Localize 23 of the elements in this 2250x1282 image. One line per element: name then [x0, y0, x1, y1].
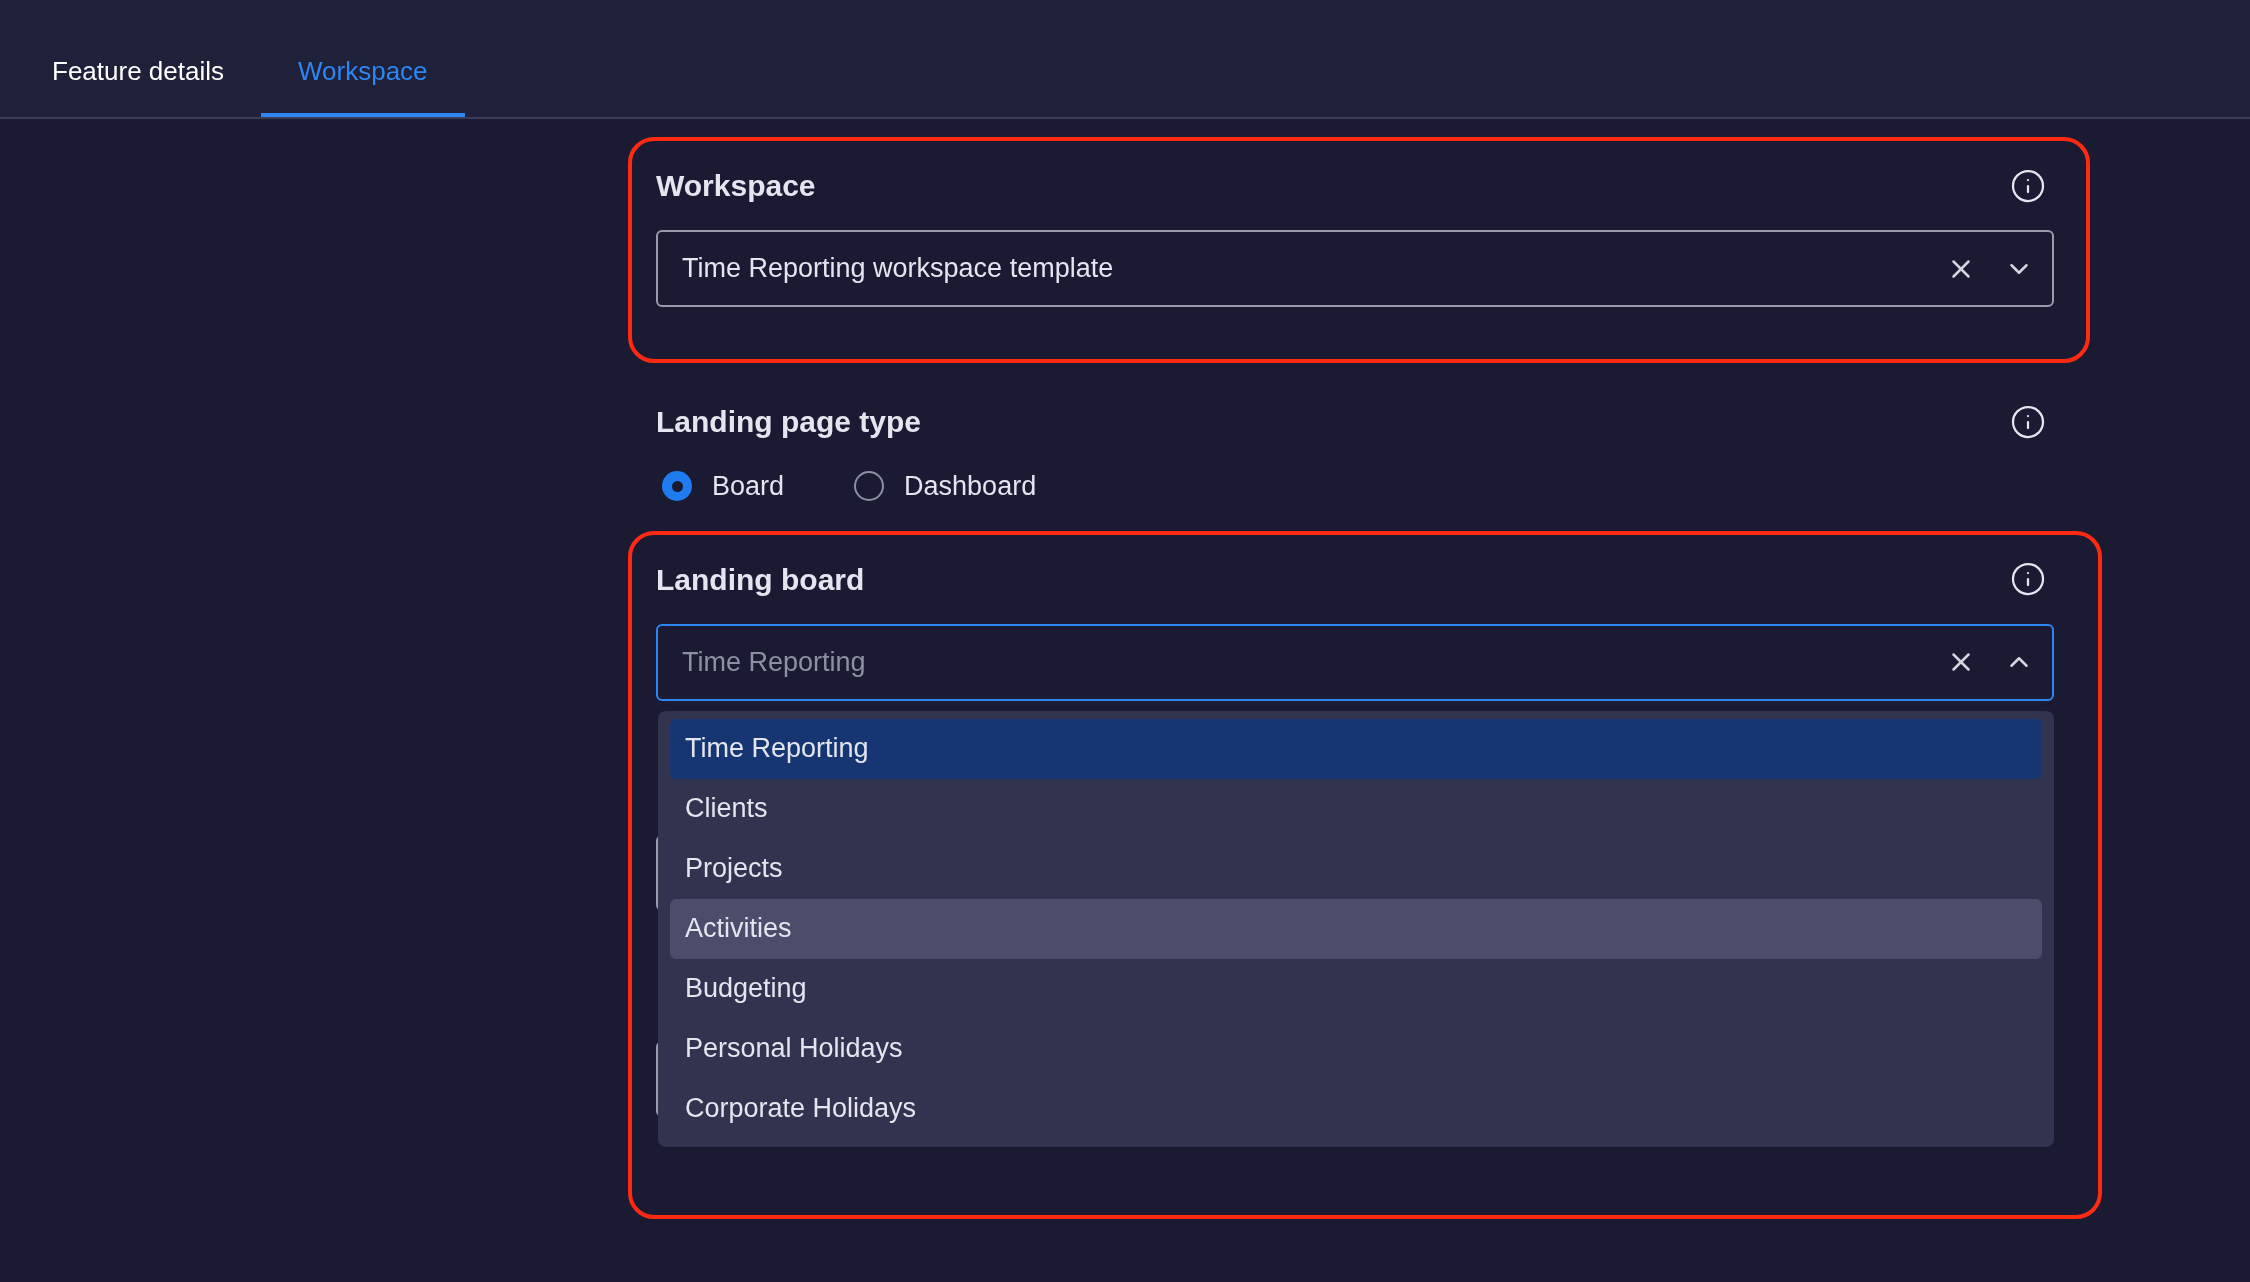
field-label: Workspace [656, 168, 816, 204]
info-icon[interactable] [2010, 403, 2046, 440]
dropdown-option[interactable]: Personal Holidays [670, 1018, 2042, 1079]
tab[interactable]: Workspace [261, 52, 465, 117]
select-input[interactable]: Time Reporting [682, 641, 1946, 683]
info-icon[interactable] [2010, 561, 2046, 597]
dropdown-option[interactable]: Corporate Holidays [670, 1078, 2042, 1139]
field-label: Landing board [656, 561, 865, 598]
select-field[interactable]: Time Reporting workspace template [656, 230, 2054, 307]
dropdown-option[interactable]: Budgeting [670, 958, 2042, 1019]
radio-label: Dashboard [904, 470, 1037, 503]
radio-button[interactable] [662, 471, 692, 502]
dropdown-option[interactable]: Activities [670, 898, 2042, 959]
info-icon[interactable] [2010, 167, 2046, 204]
dropdown-option[interactable]: Clients [670, 778, 2042, 839]
dropdown-option[interactable]: Time Reporting [670, 718, 2042, 779]
radio-button[interactable] [854, 471, 885, 502]
select-value: Time Reporting workspace template [682, 252, 1115, 286]
tab[interactable]: Feature details [15, 52, 261, 117]
field-label: Landing page type [656, 404, 922, 440]
radio-label: Board [712, 470, 785, 503]
select-field[interactable]: Time Reporting [656, 623, 2054, 701]
dropdown-option[interactable]: Projects [670, 838, 2042, 899]
